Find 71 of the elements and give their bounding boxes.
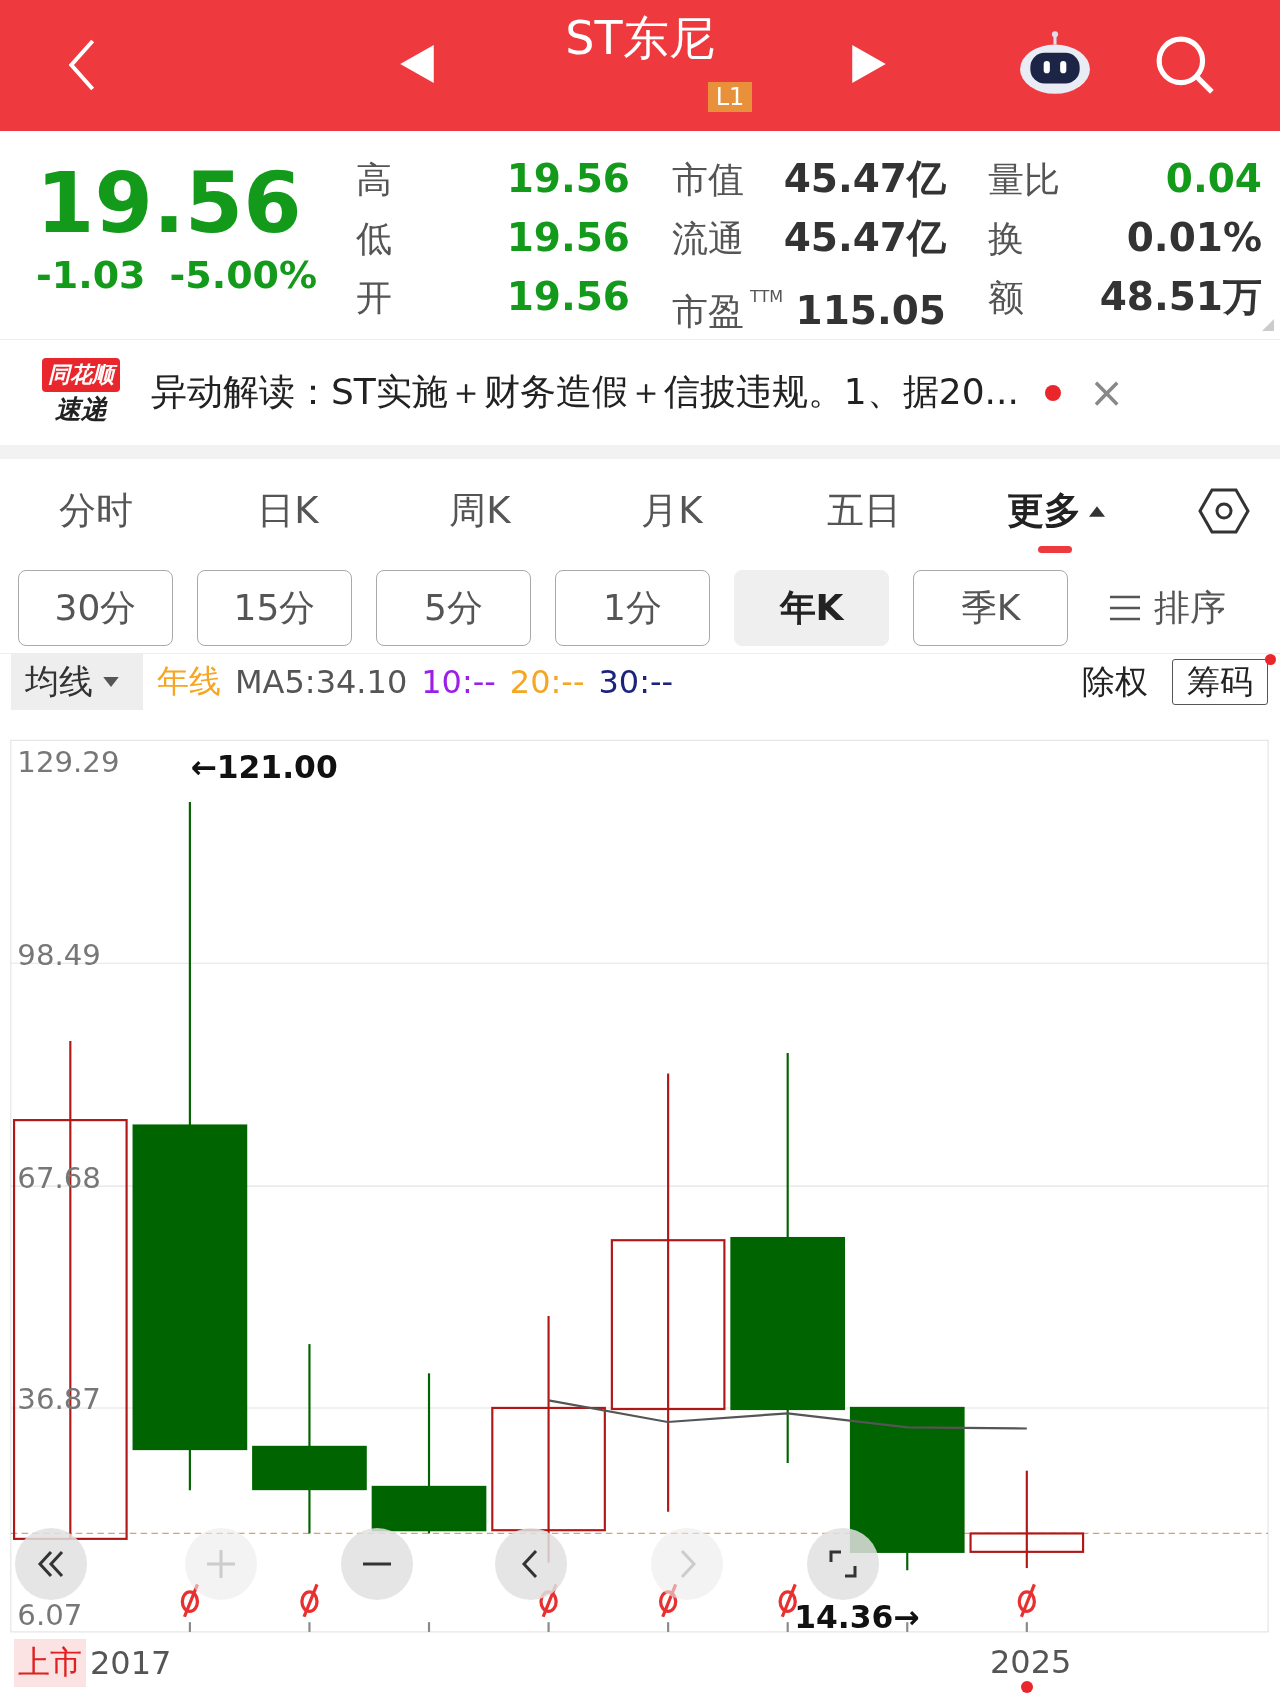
stock-title: ST东尼 [565,10,715,67]
settings-icon[interactable] [1198,488,1250,534]
axis-label: 2017 [90,1644,172,1682]
stat-value: 0.04 [1165,155,1262,203]
indicator-dropdown[interactable]: 均线 [11,654,143,710]
low-price-label: 14.36→ [794,1598,920,1633]
search-icon[interactable] [1154,34,1216,96]
indicator-value: 年线 [157,661,221,702]
stat-label: 换 [988,217,1024,261]
next-stock-icon[interactable] [852,45,886,83]
stat-label: 开 [356,276,392,320]
stat-label: 额 [988,276,1024,320]
tab-underline [1038,546,1072,553]
axis-label: 6.07 [17,1597,83,1632]
chart-tab[interactable]: 更多 [960,459,1152,563]
indicator-value: MA5:34.10 [235,663,408,701]
stat-value: 0.01% [1126,214,1262,262]
stat-label: 高 [356,158,392,202]
sort-link[interactable]: 排序 [1154,583,1226,633]
previous-stock-icon[interactable] [400,45,434,83]
stat-label: 低 [356,217,392,261]
caret-icon[interactable] [103,677,119,687]
period-button[interactable]: 季K [913,570,1068,646]
period-button[interactable]: 年K [734,570,889,646]
caret-icon[interactable] [1089,505,1105,517]
axis-label: 2025 [990,1643,1072,1681]
event-marker-icon[interactable] [300,1583,319,1618]
period-button[interactable]: 30分 [18,570,173,646]
indicator-value: 10:-- [421,663,496,701]
event-marker-icon[interactable] [1017,1583,1036,1618]
period-button[interactable]: 15分 [197,570,352,646]
chart-tab[interactable]: 分时 [0,459,192,563]
stat-value: 45.47亿 [783,214,946,262]
event-marker-icon[interactable] [658,1583,678,1618]
news-headline[interactable]: 异动解读：ST实施＋财务造假＋信披违规。1、据20... [151,368,1019,417]
stat-label: 流通 [672,217,744,261]
close-button[interactable]: × [1082,368,1131,417]
level-badge: L1 [707,82,753,112]
chart-tab[interactable]: 月K [576,459,768,563]
robot-icon[interactable] [1018,30,1092,96]
axis-label: 98.49 [17,937,101,972]
percent-change: -5.00% [169,253,318,297]
stat-value: 45.47亿 [783,155,946,203]
price-change: -1.03 [36,253,146,297]
stat-value: 19.56 [506,214,630,262]
period-button[interactable]: 1分 [555,570,710,646]
stat-value: 48.51万 [1099,273,1262,321]
stat-label: 市盈$^{TTM}$ [672,286,784,334]
stat-label: 量比 [988,158,1060,202]
adjust-link[interactable]: 除权 [1082,659,1148,705]
chart-tab[interactable]: 周K [384,459,576,563]
high-price-label: ←121.00 [190,749,338,786]
stat-value: 19.56 [506,155,630,203]
stat-value: 19.56 [506,273,630,321]
stat-label: 市值 [672,158,744,202]
axis-label: 129.29 [17,745,120,780]
chart-tab[interactable]: 五日 [768,459,960,563]
indicator-value: 20:-- [509,663,585,701]
chips-button[interactable]: 筹码 [1172,659,1268,705]
listing-tag: 上市 [14,1639,86,1687]
current-year-dot [1021,1681,1033,1693]
chart-tab[interactable]: 日K [192,459,384,563]
period-button[interactable]: 5分 [376,570,531,646]
event-marker-icon[interactable] [778,1583,797,1618]
list-icon[interactable] [1110,595,1140,621]
event-marker-icon[interactable] [180,1583,200,1618]
stat-value: 115.05 [795,287,946,335]
resize-corner-icon [1262,319,1274,331]
last-price: 19.56 [36,153,303,253]
news-logo: 同花顺 速递 [35,358,127,427]
indicator-value: 30:-- [598,663,674,701]
